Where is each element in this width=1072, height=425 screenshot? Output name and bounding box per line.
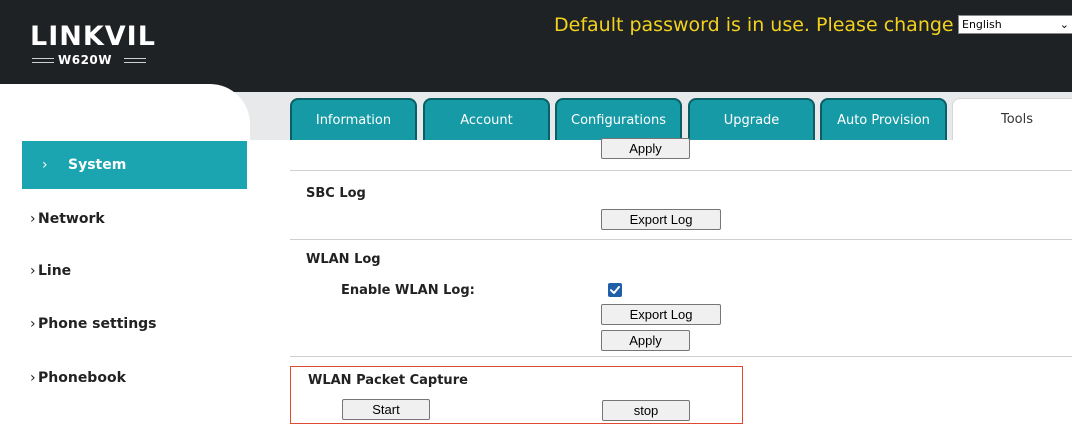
sidebar-item-label: Line: [38, 263, 72, 279]
sidebar-item-phone-settings[interactable]: › Phone settings: [0, 300, 247, 348]
chevron-right-icon: ›: [30, 316, 36, 332]
chevron-right-icon: ›: [30, 370, 36, 386]
top-header: LINKVIL W620W Default password is in use…: [0, 0, 1072, 92]
tab-account[interactable]: Account: [423, 98, 550, 142]
sidebar-item-line[interactable]: › Line: [0, 247, 247, 295]
model-label: W620W: [58, 53, 113, 67]
apply-button[interactable]: Apply: [601, 138, 690, 159]
chevron-right-icon: ›: [42, 157, 48, 173]
enable-wlan-log-label: Enable WLAN Log:: [341, 283, 475, 298]
wlan-packet-capture-title: WLAN Packet Capture: [308, 373, 468, 388]
divider: [290, 239, 1072, 240]
tab-tools[interactable]: Tools: [952, 98, 1072, 142]
wlan-export-log-button[interactable]: Export Log: [601, 304, 721, 325]
checkmark-icon: [610, 286, 620, 294]
sidebar-item-label: System: [68, 157, 127, 173]
chevron-right-icon: ›: [30, 263, 36, 279]
language-value: English: [962, 18, 1002, 31]
tab-information[interactable]: Information: [290, 98, 417, 142]
logo-model: W620W: [30, 53, 148, 68]
wlan-apply-button[interactable]: Apply: [601, 330, 690, 351]
sidebar-item-label: Phonebook: [38, 370, 126, 386]
capture-stop-button[interactable]: stop: [602, 400, 690, 421]
default-password-warning[interactable]: Default password is in use. Please chang…: [554, 13, 954, 37]
sbc-log-title: SBC Log: [306, 186, 366, 201]
chevron-down-icon: ⌄: [1059, 18, 1069, 31]
tab-configurations[interactable]: Configurations: [555, 98, 682, 142]
divider: [290, 170, 1072, 171]
tab-auto-provision[interactable]: Auto Provision: [820, 98, 947, 142]
tools-content: Apply SBC Log Export Log WLAN Log Enable…: [290, 138, 1072, 425]
sidebar-item-network[interactable]: › Network: [0, 195, 247, 243]
wlan-log-title: WLAN Log: [306, 252, 381, 267]
sidebar-item-label: Network: [38, 211, 105, 227]
sidebar-item-label: Phone settings: [38, 316, 157, 332]
logo: LINKVIL W620W: [30, 21, 156, 68]
sidebar-item-phonebook[interactable]: › Phonebook: [0, 354, 247, 402]
enable-wlan-log-checkbox[interactable]: [608, 283, 622, 297]
sbc-export-log-button[interactable]: Export Log: [601, 209, 721, 230]
chevron-right-icon: ›: [30, 211, 36, 227]
tab-upgrade[interactable]: Upgrade: [688, 98, 815, 142]
divider: [290, 356, 1072, 357]
language-select[interactable]: English ⌄: [958, 15, 1072, 34]
capture-start-button[interactable]: Start: [342, 399, 430, 420]
sidebar-item-system[interactable]: › System: [22, 141, 247, 189]
logo-text: LINKVIL: [30, 21, 156, 52]
